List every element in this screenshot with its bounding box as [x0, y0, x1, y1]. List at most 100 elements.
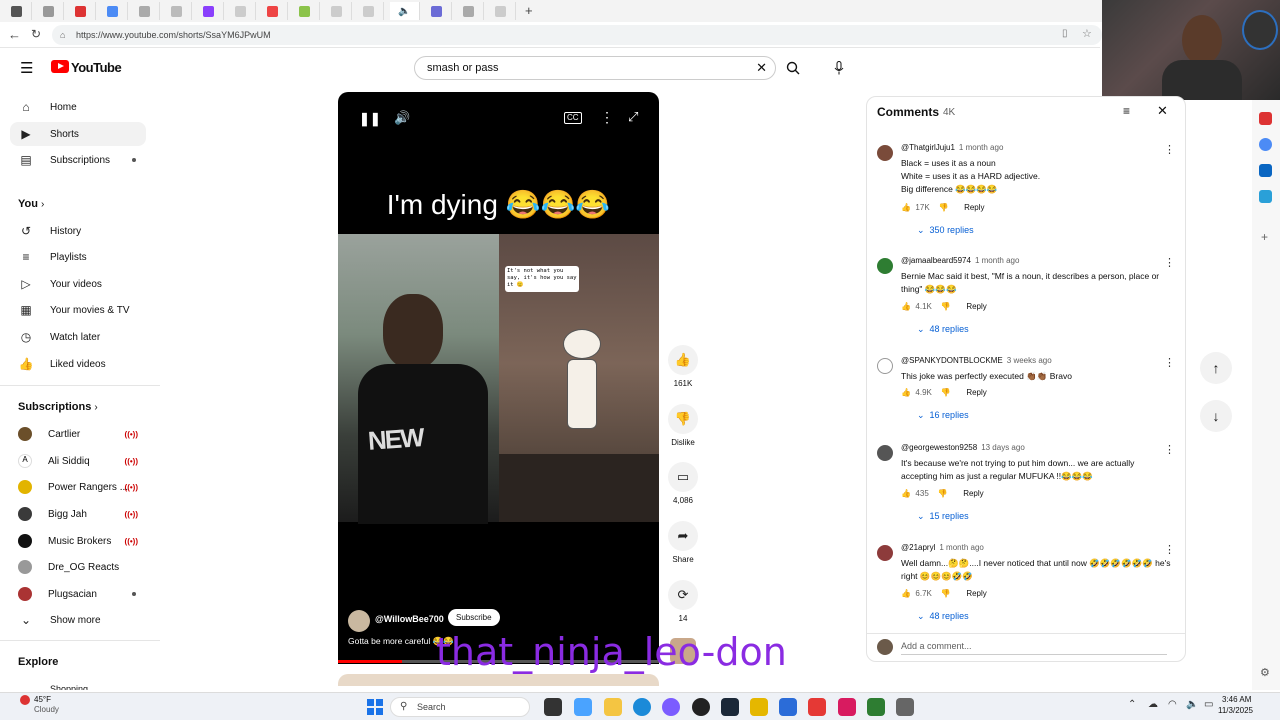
reply-button[interactable]: Reply — [963, 489, 983, 498]
reader-icon[interactable]: ▯ — [1062, 28, 1068, 39]
channel-avatar[interactable] — [348, 610, 370, 632]
steam-icon[interactable] — [721, 698, 739, 716]
share-button[interactable]: ➦ Share — [668, 521, 698, 564]
sidebar-item-your-videos[interactable]: ▷ Your videos — [10, 272, 146, 296]
sub-item-power-rangers[interactable]: Power Rangers ... ((•)) — [10, 475, 146, 499]
clock-date[interactable]: 11/3/2025 — [1218, 706, 1253, 715]
tab-7[interactable] — [194, 2, 224, 20]
weather-desc[interactable]: Cloudy — [34, 705, 59, 714]
more-options-icon[interactable]: ⋮ — [600, 109, 614, 126]
wifi-icon[interactable]: ◠ — [1168, 699, 1177, 710]
excel-icon[interactable] — [867, 698, 885, 716]
dislike-button[interactable]: 👎 Dislike — [668, 404, 698, 447]
clear-search-icon[interactable]: ✕ — [756, 57, 767, 79]
tab-1[interactable] — [2, 2, 32, 20]
comment-menu-icon[interactable]: ⋮ — [1164, 443, 1175, 456]
add-app-icon[interactable]: + — [1261, 230, 1268, 244]
cloud-icon[interactable]: ☁ — [1148, 699, 1158, 710]
thumbs-up-icon[interactable]: 👍 — [901, 203, 911, 212]
sub-item-ali-siddiq[interactable]: A Ali Siddiq ((•)) — [10, 449, 146, 473]
tab-4[interactable] — [98, 2, 128, 20]
tab-3[interactable] — [66, 2, 96, 20]
tab-16[interactable] — [486, 2, 516, 20]
view-replies-button[interactable]: ⌄ 350 replies — [917, 225, 974, 236]
sub-item-plugsacian[interactable]: Plugsacian — [10, 582, 146, 606]
sidebar-item-watch-later[interactable]: ◷ Watch later — [10, 325, 146, 349]
thumbs-up-icon[interactable]: 👍 — [901, 388, 911, 397]
sub-item-dre-og[interactable]: Dre_OG Reacts — [10, 555, 146, 579]
reply-button[interactable]: Reply — [964, 203, 984, 212]
commenter-avatar[interactable] — [877, 145, 893, 161]
windows-start-icon[interactable] — [367, 699, 383, 715]
previous-short-button[interactable]: ↑ — [1200, 352, 1232, 384]
refresh-icon[interactable]: ↻ — [31, 27, 41, 41]
tab-12[interactable] — [354, 2, 384, 20]
subscriptions-heading[interactable]: Subscriptions › — [18, 401, 98, 413]
reply-button[interactable]: Reply — [966, 388, 986, 397]
sub-item-bigg-jah[interactable]: Bigg Jah ((•)) — [10, 502, 146, 526]
tab-15[interactable] — [454, 2, 484, 20]
thumbs-up-icon[interactable]: 👍 — [901, 589, 911, 598]
youtube-logo-icon[interactable] — [51, 60, 69, 73]
volume-icon[interactable]: 🔊 — [394, 110, 410, 126]
captions-icon[interactable]: CC — [564, 112, 582, 124]
commenter-avatar[interactable] — [877, 258, 893, 274]
sidebar-item-shorts[interactable]: ▶ Shorts — [10, 122, 146, 146]
sidebar-item-home[interactable]: ⌂ Home — [10, 95, 146, 119]
thumbs-down-icon[interactable]: 👎 — [941, 589, 951, 598]
remix-button[interactable]: ⟳ 14 — [668, 580, 698, 623]
tab-6[interactable] — [162, 2, 192, 20]
edge-browser-icon[interactable] — [633, 698, 651, 716]
thumbs-down-icon[interactable]: 👎 — [939, 203, 949, 212]
sub-item-cartlier[interactable]: Cartlier ((•)) — [10, 422, 146, 446]
edge-app-icon[interactable] — [1259, 112, 1272, 125]
view-replies-button[interactable]: ⌄ 15 replies — [917, 511, 969, 522]
sidebar-item-movies[interactable]: ▦ Your movies & TV — [10, 298, 146, 322]
like-button[interactable]: 👍 161K — [668, 345, 698, 388]
tab-5[interactable] — [130, 2, 160, 20]
tab-11[interactable] — [322, 2, 352, 20]
sidebar-item-history[interactable]: ↺ History — [10, 219, 146, 243]
youtube-logo-text[interactable]: YouTube — [71, 60, 122, 75]
thumbs-up-icon[interactable]: 👍 — [901, 302, 911, 311]
voice-search-button[interactable] — [830, 58, 848, 78]
commenter-avatar[interactable] — [877, 545, 893, 561]
search-button[interactable] — [782, 56, 804, 80]
site-info-icon[interactable]: ⌂ — [60, 25, 65, 45]
tab-active[interactable]: 🔈 — [390, 2, 420, 20]
copilot-icon[interactable] — [574, 698, 592, 716]
chevron-up-icon[interactable]: ⌃ — [1128, 699, 1136, 710]
menu-icon[interactable]: ☰ — [20, 59, 33, 77]
settings-icon[interactable] — [896, 698, 914, 716]
commenter-avatar[interactable] — [877, 445, 893, 461]
settings-gear-icon[interactable]: ⚙ — [1260, 666, 1270, 679]
task-view-icon[interactable] — [544, 698, 562, 716]
url-bar[interactable]: ⌂ https://www.youtube.com/shorts/SsaYM6J… — [52, 25, 1102, 45]
close-icon[interactable]: ✕ — [1157, 103, 1168, 119]
sidebar-item-shopping[interactable]: Shopping — [50, 680, 88, 690]
pause-icon[interactable]: ❚❚ — [359, 111, 381, 127]
tab-2[interactable] — [34, 2, 64, 20]
reply-button[interactable]: Reply — [966, 302, 986, 311]
sidebar-item-subscriptions[interactable]: ▤ Subscriptions — [10, 148, 146, 172]
discord-icon[interactable] — [662, 698, 680, 716]
comment-menu-icon[interactable]: ⋮ — [1164, 256, 1175, 269]
tab-8[interactable] — [226, 2, 256, 20]
view-replies-button[interactable]: ⌄ 16 replies — [917, 410, 969, 421]
subscribe-button[interactable]: Subscribe — [448, 609, 500, 626]
tab-10[interactable] — [290, 2, 320, 20]
thumbs-up-icon[interactable]: 👍 — [901, 489, 911, 498]
back-arrow-icon[interactable]: ← — [8, 27, 21, 42]
taskbar-search[interactable]: ⚲ Search — [390, 697, 530, 717]
you-heading[interactable]: You › — [18, 198, 44, 210]
next-short-button[interactable]: ↓ — [1200, 400, 1232, 432]
view-replies-button[interactable]: ⌄ 48 replies — [917, 324, 969, 335]
sidebar-item-playlists[interactable]: ≡ Playlists — [10, 245, 146, 269]
outlook-icon[interactable] — [1259, 164, 1272, 177]
app-icon[interactable] — [750, 698, 768, 716]
clock-time[interactable]: 3:46 AM — [1222, 695, 1251, 704]
sort-icon[interactable]: ≡ — [1123, 104, 1130, 118]
commenter-avatar[interactable] — [877, 358, 893, 374]
send-icon[interactable] — [1259, 190, 1272, 203]
view-replies-button[interactable]: ⌄ 48 replies — [917, 611, 969, 622]
